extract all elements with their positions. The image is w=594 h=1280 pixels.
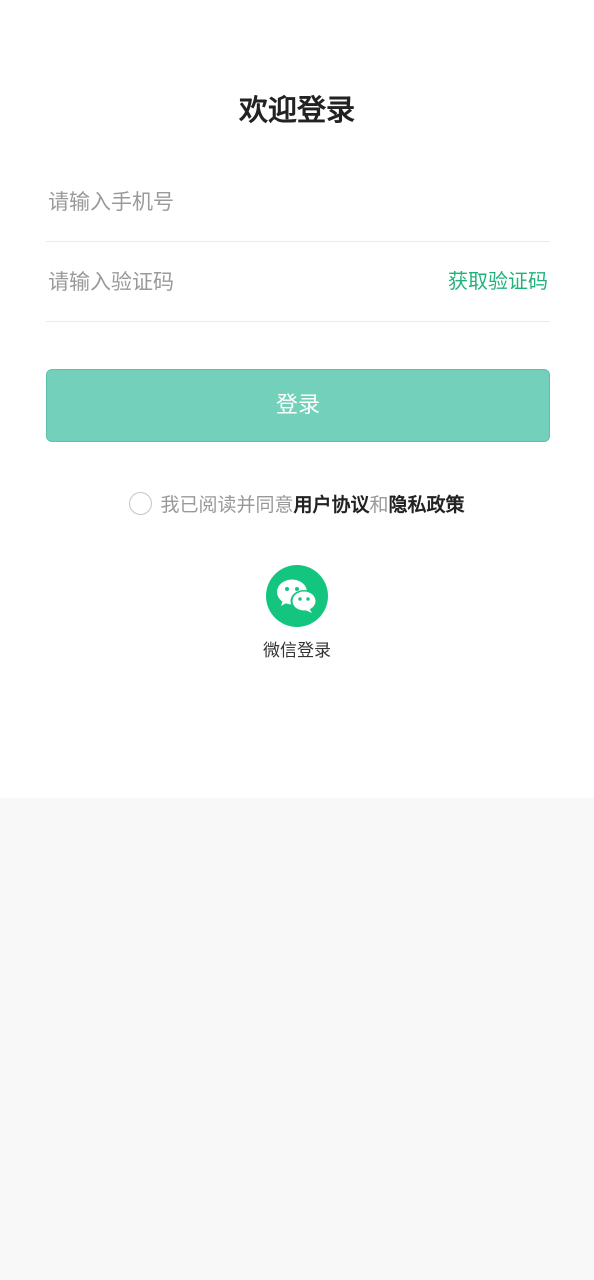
phone-input[interactable] [46, 162, 548, 241]
wechat-icon[interactable] [266, 565, 328, 627]
wechat-login-label: 微信登录 [263, 641, 331, 661]
login-card: 欢迎登录 获取验证码 登录 我已阅读并同意用户协议和隐私政策 [0, 0, 594, 798]
agreement-row: 我已阅读并同意用户协议和隐私政策 [0, 487, 594, 523]
code-field: 获取验证码 [46, 242, 550, 322]
agreement-checkbox[interactable] [129, 492, 153, 515]
user-agreement-link[interactable]: 用户协议 [293, 494, 369, 516]
phone-field [46, 162, 550, 242]
privacy-policy-link[interactable]: 隐私政策 [389, 494, 465, 516]
code-input[interactable] [46, 242, 428, 321]
login-button[interactable]: 登录 [46, 369, 550, 442]
agreement-prefix: 我已阅读并同意 [160, 494, 294, 516]
page-title: 欢迎登录 [238, 93, 355, 127]
agreement-and: 和 [369, 494, 389, 516]
wechat-login-button[interactable]: 微信登录 [247, 565, 347, 663]
get-code-button[interactable]: 获取验证码 [448, 242, 548, 321]
